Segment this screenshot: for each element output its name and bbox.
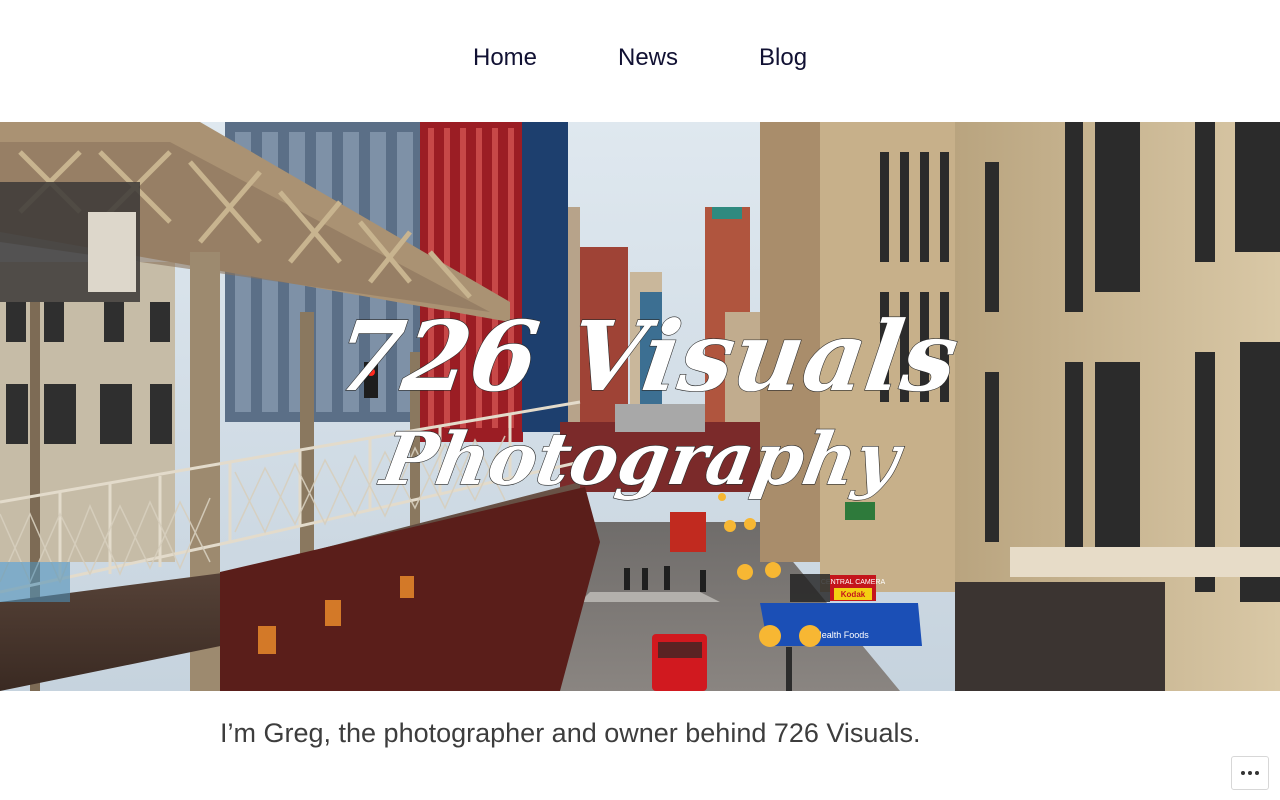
nav-news-link[interactable]: News — [618, 44, 678, 72]
hero-title-line1: 726 Visuals — [329, 299, 965, 412]
nav-home-link[interactable]: Home — [473, 44, 537, 72]
central-camera-sign: CENTRAL CAMERA — [821, 579, 886, 586]
hero-title-line2: Photography — [373, 418, 910, 502]
hero-photo: CENTRAL CAMERA Kodak Health Foods 726 Vi… — [0, 122, 1280, 691]
more-options-button[interactable] — [1231, 756, 1269, 790]
ellipsis-icon — [1255, 771, 1259, 775]
nav-blog-link[interactable]: Blog — [759, 44, 807, 72]
ellipsis-icon — [1248, 771, 1252, 775]
intro-text: I’m Greg, the photographer and owner beh… — [220, 718, 921, 748]
ellipsis-icon — [1241, 771, 1245, 775]
main-navigation: Home News Blog — [0, 0, 1280, 122]
hero-header-image: CENTRAL CAMERA Kodak Health Foods 726 Vi… — [0, 122, 1280, 691]
health-foods-sign: Health Foods — [815, 630, 869, 640]
kodak-sign: Kodak — [841, 590, 866, 599]
